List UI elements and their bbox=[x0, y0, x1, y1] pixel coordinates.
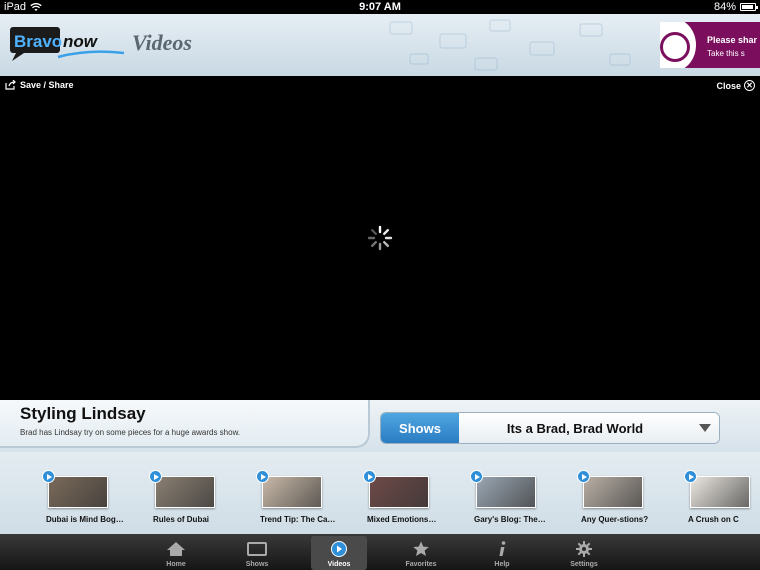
ad-graphic-ring bbox=[660, 32, 690, 62]
tab-label: Help bbox=[494, 561, 510, 568]
video-details: Styling Lindsay Brad has Lindsay try on … bbox=[0, 400, 370, 448]
save-share-button[interactable]: Save / Share bbox=[5, 80, 74, 90]
battery-icon bbox=[740, 3, 758, 11]
ad-subline: Take this s bbox=[707, 49, 745, 58]
thumbnail-caption: A Crush on C bbox=[688, 515, 739, 524]
bravo-now-logo: Bravo now bbox=[10, 27, 125, 61]
tab-label: Favorites bbox=[405, 561, 437, 568]
tab-favorites[interactable]: Favorites bbox=[393, 536, 449, 570]
chevron-down-icon bbox=[699, 424, 711, 432]
close-label: Close bbox=[716, 80, 741, 91]
thumbnail-image bbox=[48, 476, 108, 508]
video-description: Brad has Lindsay try on some pieces for … bbox=[20, 428, 241, 437]
thumbnail-caption: Dubai is Mind Bog… bbox=[46, 515, 124, 524]
dropdown-caret[interactable] bbox=[691, 413, 719, 443]
play-icon bbox=[577, 470, 590, 483]
play-icon bbox=[42, 470, 55, 483]
status-bar: iPad 9:07 AM 84% bbox=[0, 0, 760, 14]
header-pattern bbox=[389, 19, 631, 71]
thumbnail-caption: Rules of Dubai bbox=[153, 515, 210, 524]
play-icon bbox=[256, 470, 269, 483]
video-player[interactable]: Save / Share Close ✕ bbox=[0, 76, 760, 400]
close-button[interactable]: Close ✕ bbox=[716, 80, 755, 91]
clock: 9:07 AM bbox=[359, 1, 401, 13]
video-thumbnail[interactable]: Dubai is Mind Bog… bbox=[42, 470, 142, 530]
video-thumbnail[interactable]: Any Quer-stions? bbox=[577, 470, 677, 530]
tab-settings[interactable]: Settings bbox=[556, 536, 612, 570]
video-thumbnail[interactable]: Gary's Blog: The… bbox=[470, 470, 570, 530]
video-thumbnail[interactable]: A Crush on C bbox=[684, 470, 760, 530]
video-thumbnail[interactable]: Mixed Emotions… bbox=[363, 470, 463, 530]
play-icon bbox=[684, 470, 697, 483]
logo-now: now bbox=[63, 32, 99, 51]
shows-button[interactable]: Shows bbox=[381, 413, 459, 443]
loading-spinner-icon bbox=[367, 225, 393, 251]
video-title: Styling Lindsay bbox=[20, 404, 146, 423]
thumbnail-image bbox=[262, 476, 322, 508]
tab-shows[interactable]: Shows bbox=[229, 536, 285, 570]
tab-home[interactable]: Home bbox=[148, 536, 204, 570]
tab-help[interactable]: Help bbox=[474, 536, 530, 570]
tab-label: Videos bbox=[327, 561, 351, 568]
thumbnail-caption: Mixed Emotions… bbox=[367, 515, 437, 524]
info-icon bbox=[499, 541, 506, 556]
home-icon bbox=[167, 542, 185, 556]
tab-label: Home bbox=[166, 561, 186, 568]
app-header: Bravo now Videos Please shar Take this s bbox=[0, 14, 760, 76]
play-icon bbox=[331, 541, 347, 557]
play-icon bbox=[149, 470, 162, 483]
thumbnail-image bbox=[583, 476, 643, 508]
share-icon bbox=[5, 80, 16, 90]
thumbnail-image bbox=[690, 476, 750, 508]
play-icon bbox=[363, 470, 376, 483]
thumbnail-caption: Gary's Blog: The… bbox=[474, 515, 546, 524]
logo-bravo: Bravo bbox=[14, 32, 62, 51]
section-title: Videos bbox=[132, 30, 192, 55]
battery-percent: 84% bbox=[713, 1, 736, 13]
thumbnail-caption: Any Quer-stions? bbox=[581, 515, 649, 524]
player-topbar: Save / Share Close ✕ bbox=[0, 76, 760, 94]
tab-videos[interactable]: Videos bbox=[311, 536, 367, 570]
tab-bar: Home Shows Videos Favorites Help Setting… bbox=[0, 534, 760, 570]
video-thumbnail-strip: Dubai is Mind Bog… Rules of Dubai Trend … bbox=[0, 452, 760, 534]
tab-label: Settings bbox=[570, 561, 598, 568]
play-icon bbox=[470, 470, 483, 483]
tv-icon bbox=[247, 542, 267, 556]
gear-icon bbox=[576, 541, 592, 557]
star-icon bbox=[413, 541, 429, 556]
video-thumbnail[interactable]: Rules of Dubai bbox=[149, 470, 249, 530]
thumbnail-image bbox=[155, 476, 215, 508]
close-icon: ✕ bbox=[744, 80, 755, 91]
thumbnail-caption: Trend Tip: The Ca… bbox=[260, 515, 336, 524]
ad-banner[interactable]: Please shar Take this s bbox=[660, 22, 760, 68]
save-share-label: Save / Share bbox=[20, 80, 74, 90]
shows-selector[interactable]: Shows Its a Brad, Brad World bbox=[380, 412, 720, 444]
tab-label: Shows bbox=[245, 561, 269, 568]
thumbnail-image bbox=[476, 476, 536, 508]
selected-show[interactable]: Its a Brad, Brad World bbox=[459, 413, 691, 443]
thumbnail-image bbox=[369, 476, 429, 508]
video-thumbnail[interactable]: Trend Tip: The Ca… bbox=[256, 470, 356, 530]
ad-headline: Please shar bbox=[707, 35, 758, 45]
